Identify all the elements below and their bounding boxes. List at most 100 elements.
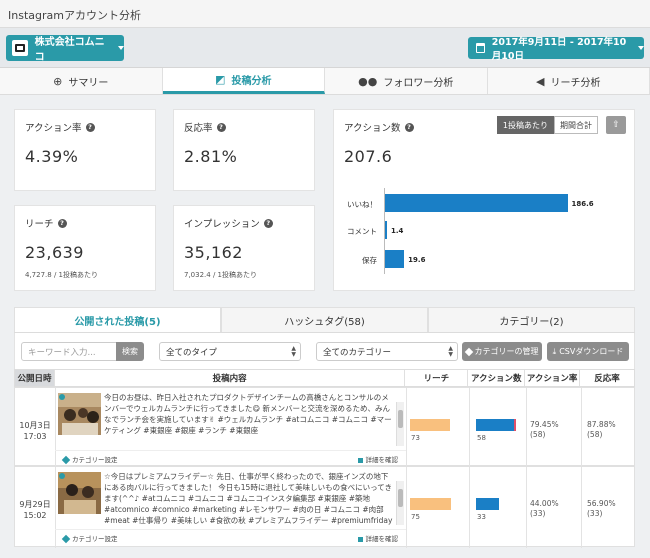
tab-published-posts[interactable]: 公開された投稿(5) [14, 307, 221, 332]
table-row[interactable]: 10月3日 17:03 今日のお昼は、昨日入社されたプロダクトデザインチームの高… [14, 387, 635, 467]
help-icon[interactable]: ? [263, 218, 273, 228]
table-row[interactable]: 9月29日 15:02 ☆今日はプレミアムフライデー☆ 先日、仕事が早く終わった… [14, 466, 635, 548]
reach-label: リーチ [25, 219, 54, 230]
chart-category-label: いいね！ [347, 200, 377, 209]
select-arrows-icon: ▲ ▼ [291, 345, 296, 358]
action-rate-pct: 44.00% [530, 499, 559, 508]
tab-hashtags[interactable]: ハッシュタグ(58) [221, 307, 428, 332]
post-date-day: 10月3日 [19, 421, 51, 430]
action-count-label: アクション数 [344, 123, 401, 134]
manage-categories-button[interactable]: カテゴリーの管理 [462, 342, 542, 361]
post-date-time: 17:03 [23, 432, 47, 441]
post-thumbnail[interactable] [58, 393, 101, 435]
reaction-rate-pct: 87.88% [587, 420, 616, 429]
category-setting-link[interactable]: カテゴリー設定 [61, 454, 118, 465]
post-text-scrollbar[interactable] [396, 481, 404, 525]
category-setting-link[interactable]: カテゴリー設定 [61, 533, 118, 544]
category-select[interactable]: 全てのカテゴリー ▲ ▼ [316, 342, 458, 361]
post-actions-footer: カテゴリー設定 詳細を確認 [55, 450, 406, 465]
tab-post-analysis-label: 投稿分析 [231, 76, 272, 87]
reach-bar [410, 419, 451, 431]
actions-count: 58 [477, 434, 486, 442]
detail-icon [357, 457, 363, 463]
post-date-time: 15:02 [23, 511, 47, 520]
keyword-input[interactable]: キーワード入力... [21, 342, 117, 361]
chart-category-label: 保存 [362, 256, 377, 265]
download-icon: ⤓ [552, 346, 557, 356]
action-rate-n: (33) [530, 509, 546, 518]
reaction-rate-label: 反応率 [184, 123, 213, 134]
company-logo-icon [12, 40, 28, 56]
users-icon: ●● [358, 74, 378, 88]
reach-bar [410, 498, 452, 510]
csv-download-button[interactable]: ⤓ CSVダウンロード [547, 342, 629, 361]
post-text-scrollbar[interactable] [396, 402, 404, 446]
reach-card: リーチ? 23,639 4,727.8 / 1投稿あたり [14, 205, 156, 291]
tab-reach-analysis[interactable]: ◀ リーチ分析 [488, 68, 650, 94]
chart-category-label: コメント [347, 227, 377, 236]
chart-bar [385, 221, 387, 239]
megaphone-icon: ◀ [536, 74, 545, 88]
chart-bar [385, 250, 405, 268]
help-icon[interactable]: ? [57, 218, 67, 228]
upload-icon[interactable]: ⇧ [606, 116, 626, 134]
action-rate-value: 4.39% [25, 147, 79, 166]
reaction-rate-pct: 56.90% [587, 499, 616, 508]
post-date: 9月29日 15:02 [15, 499, 55, 521]
calendar-icon [476, 43, 485, 53]
impression-per-post: 7,032.4 / 1投稿あたり [184, 271, 257, 279]
tag-icon [61, 455, 71, 465]
reach-count: 75 [411, 513, 420, 521]
reaction-rate-card: 反応率? 2.81% [173, 109, 315, 191]
action-rate-pct: 79.45% [530, 420, 559, 429]
action-rate-cell: 79.45% (58) [530, 420, 559, 440]
post-text: 今日のお昼は、昨日入社されたプロダクトデザインチームの高橋さんとコンサルのメンバ… [104, 393, 392, 435]
reach-count: 73 [411, 434, 420, 442]
detail-icon [357, 536, 363, 542]
tab-categories[interactable]: カテゴリー(2) [428, 307, 635, 332]
post-date: 10月3日 17:03 [15, 420, 55, 442]
col-reaction-rate-header: 反応率 [594, 374, 620, 384]
company-selector-button[interactable]: 株式会社コムニコ [6, 35, 124, 63]
chart-bar [385, 194, 568, 212]
help-icon[interactable]: ? [404, 122, 414, 132]
category-setting-label: カテゴリー設定 [72, 456, 118, 464]
aggregation-toggle: 1投稿あたり 期間合計 [496, 116, 598, 134]
search-button[interactable]: 検索 [116, 342, 144, 361]
period-total-toggle[interactable]: 期間合計 [554, 116, 598, 134]
post-date-day: 9月29日 [19, 500, 51, 509]
select-arrows-icon: ▲ ▼ [448, 345, 453, 358]
header-bar: 株式会社コムニコ 2017年9月11日 - 2017年10月10日 [0, 28, 650, 68]
detail-link[interactable]: 詳細を確認 [357, 533, 399, 543]
tab-follower-analysis[interactable]: ●● フォロワー分析 [325, 68, 488, 94]
col-date-header[interactable]: 公開日時 [15, 370, 55, 386]
category-setting-label: カテゴリー設定 [72, 535, 118, 543]
date-range-button[interactable]: 2017年9月11日 - 2017年10月10日 [468, 37, 644, 62]
tab-follower-analysis-label: フォロワー分析 [383, 77, 454, 89]
chart-data-label: 186.6 [571, 200, 594, 208]
col-actions-header: アクション数 [468, 370, 526, 386]
detail-label: 詳細を確認 [365, 535, 399, 543]
help-icon[interactable]: ? [85, 122, 95, 132]
csv-download-label: CSVダウンロード [559, 347, 624, 356]
reaction-rate-n: (33) [587, 509, 603, 518]
reaction-rate-cell: 56.90% (33) [587, 499, 616, 519]
top-bar: Instagramアカウント分析 [0, 0, 650, 28]
per-post-toggle[interactable]: 1投稿あたり [496, 116, 554, 134]
tab-post-analysis[interactable]: ◩ 投稿分析 [162, 68, 325, 94]
globe-icon: ⊕ [53, 74, 63, 88]
reach-per-post: 4,727.8 / 1投稿あたり [25, 271, 98, 279]
action-count-value: 207.6 [344, 147, 393, 166]
category-select-value: 全てのカテゴリー [323, 347, 392, 358]
post-thumbnail[interactable] [58, 472, 101, 514]
type-select[interactable]: 全てのタイプ ▲ ▼ [159, 342, 301, 361]
tab-summary[interactable]: ⊕ サマリー [0, 68, 163, 94]
help-icon[interactable]: ? [216, 122, 226, 132]
reaction-rate-n: (58) [587, 430, 603, 439]
action-rate-card: アクション率? 4.39% [14, 109, 156, 191]
detail-link[interactable]: 詳細を確認 [357, 454, 398, 464]
chart-data-label: 19.6 [408, 256, 426, 264]
post-actions-footer: カテゴリー設定 詳細を確認 [55, 529, 406, 544]
type-select-value: 全てのタイプ [166, 347, 218, 358]
company-name: 株式会社コムニコ [34, 37, 105, 63]
